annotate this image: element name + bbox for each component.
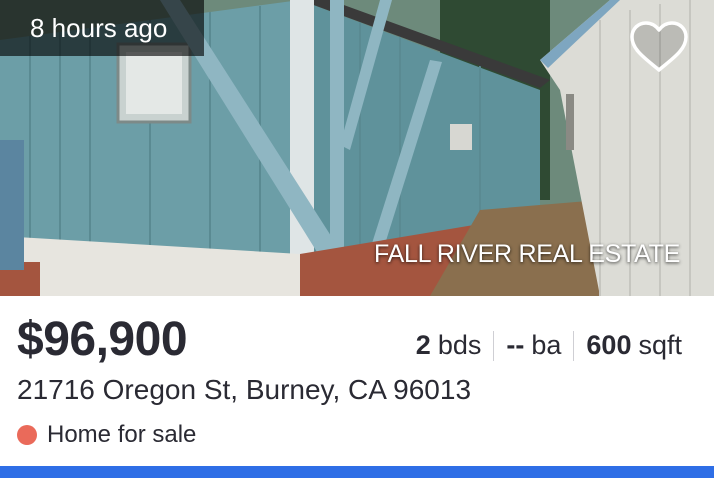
card-accent-bar: [0, 466, 714, 478]
baths-value: --: [506, 330, 525, 360]
beds-fact: 2 bds: [416, 330, 482, 361]
listing-status: Home for sale: [17, 421, 196, 449]
beds-unit: bds: [437, 330, 482, 360]
sqft-unit: sqft: [638, 330, 682, 360]
favorite-button[interactable]: [628, 20, 690, 76]
baths-unit: ba: [531, 330, 562, 360]
sqft-fact: 600 sqft: [586, 330, 682, 361]
status-dot-icon: [17, 425, 37, 445]
beds-value: 2: [415, 330, 431, 360]
home-facts: 2 bds -- ba 600 sqft: [416, 330, 682, 361]
time-badge: 8 hours ago: [0, 0, 204, 56]
heart-outline-icon[interactable]: [628, 20, 690, 76]
listing-price: $96,900: [17, 313, 188, 366]
status-label: Home for sale: [47, 421, 197, 448]
facts-divider: [573, 330, 575, 361]
listing-address[interactable]: 21716 Oregon St, Burney, CA 96013: [17, 374, 471, 406]
listing-photo[interactable]: 8 hours ago FALL RIVER REAL ESTATE: [0, 0, 714, 296]
sqft-value: 600: [586, 330, 632, 360]
baths-fact: -- ba: [506, 330, 561, 361]
listing-card[interactable]: 8 hours ago FALL RIVER REAL ESTATE $96,9…: [0, 0, 714, 478]
brokerage-label: FALL RIVER REAL ESTATE: [374, 240, 680, 268]
facts-divider: [493, 330, 495, 361]
